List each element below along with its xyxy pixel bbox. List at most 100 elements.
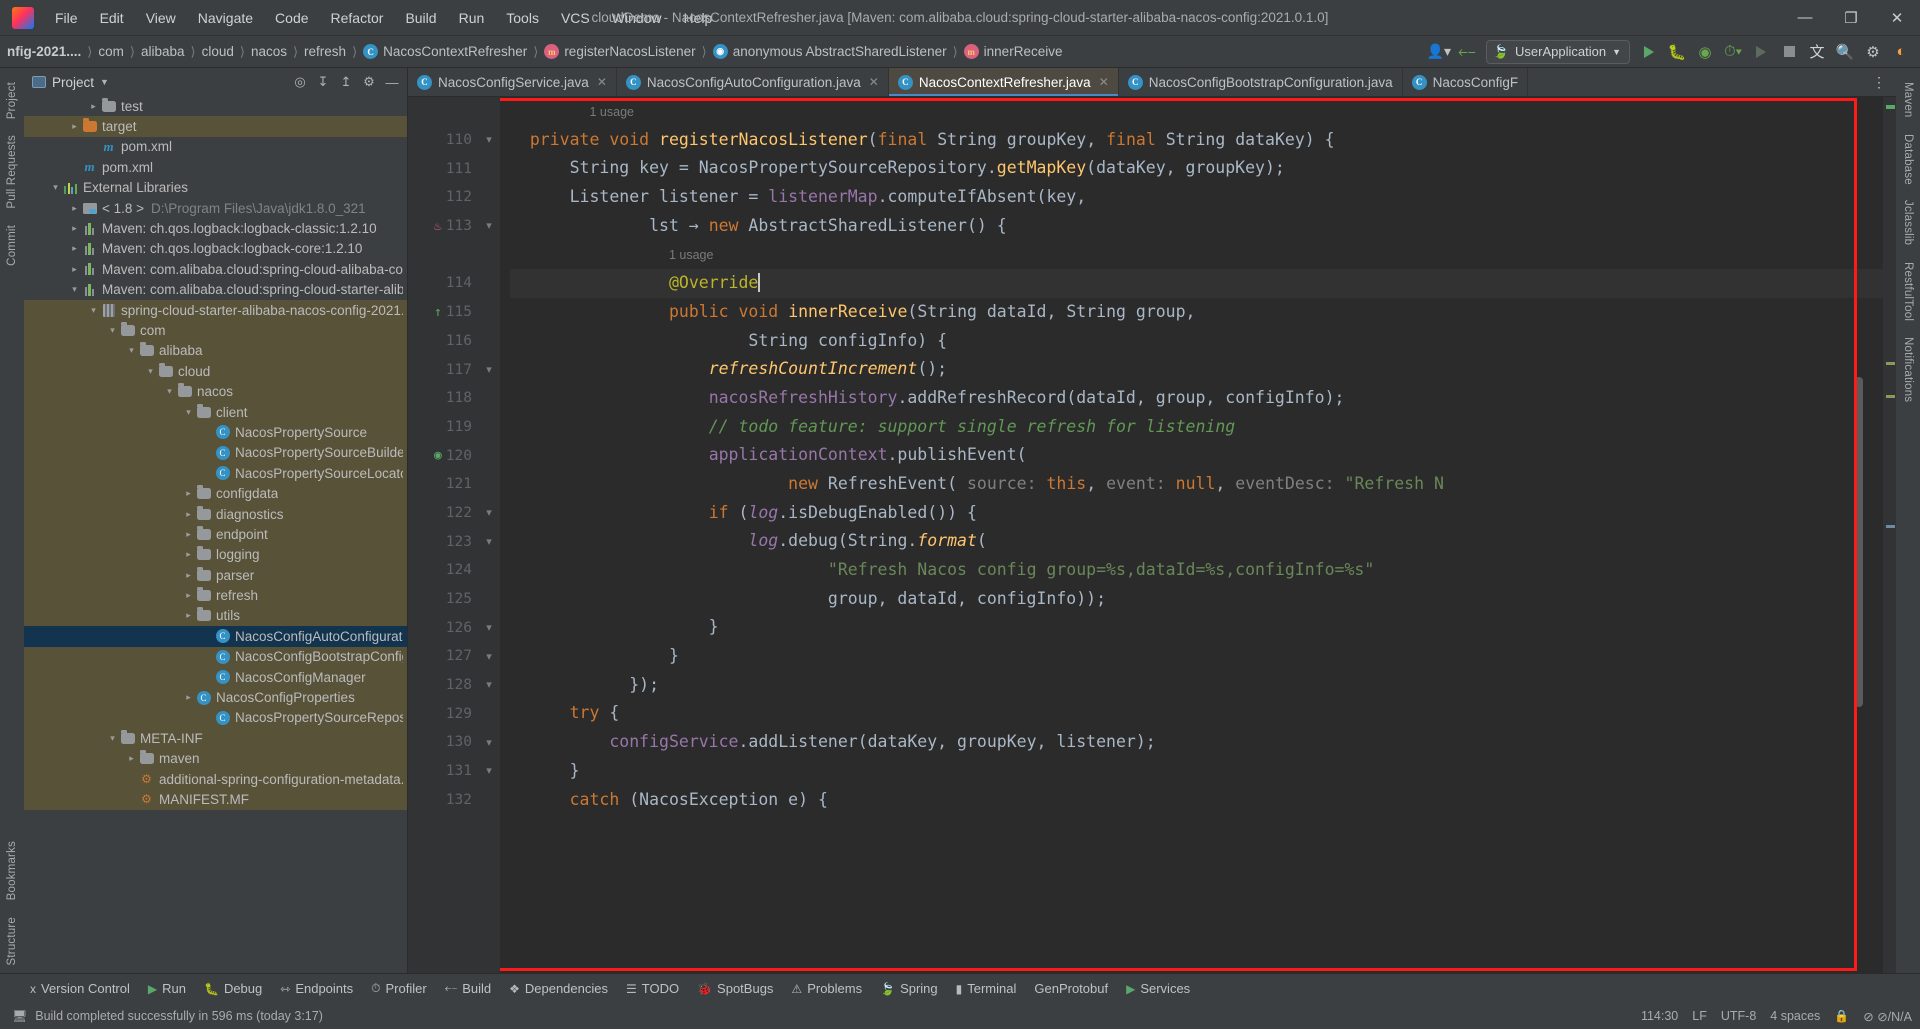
tree-node[interactable]: ▸ utils bbox=[24, 605, 407, 627]
tree-node[interactable]: C NacosConfigBootstrapConfiguration bbox=[24, 646, 407, 667]
fold-cell[interactable] bbox=[478, 556, 500, 585]
fold-cell[interactable] bbox=[478, 240, 500, 269]
line-number[interactable]: 118 bbox=[408, 384, 478, 413]
line-number[interactable]: ◉ 120 bbox=[408, 441, 478, 470]
run-with-coverage-button[interactable]: ◉ bbox=[1692, 39, 1718, 65]
close-tab-icon[interactable]: ✕ bbox=[1099, 75, 1109, 89]
line-separator[interactable]: LF bbox=[1692, 1009, 1707, 1023]
editor-tab[interactable]: C NacosConfigBootstrapConfiguration.java bbox=[1118, 68, 1403, 96]
fold-cell[interactable]: ▾ bbox=[478, 757, 500, 786]
bottom-tool-debug[interactable]: 🐛 Debug bbox=[196, 978, 270, 999]
right-tool-strip[interactable]: Maven Database Jclasslib RestfulTool Not… bbox=[1896, 68, 1920, 973]
tree-node[interactable]: ▸ C NacosConfigProperties bbox=[24, 687, 407, 708]
tree-node[interactable]: m pom.xml bbox=[24, 137, 407, 157]
tool-window-pull-requests[interactable]: Pull Requests bbox=[2, 127, 22, 217]
fold-marker-icon[interactable]: ▾ bbox=[483, 649, 495, 663]
bottom-tool-todo[interactable]: ☰ TODO bbox=[618, 978, 687, 999]
bottom-tool-services[interactable]: ▶ Services bbox=[1118, 978, 1198, 999]
bottom-tool-bar[interactable]: x Version Control ▶ Run 🐛 Debug ⇿ Endpoints ⏱ Pro… bbox=[0, 973, 1920, 1003]
code-line[interactable]: Listener listener = listenerMap.computeI… bbox=[510, 183, 1883, 212]
translate-button[interactable]: 文 bbox=[1804, 39, 1830, 65]
menu-build[interactable]: Build bbox=[394, 6, 447, 30]
chevron-down-icon[interactable]: ▾ bbox=[68, 284, 81, 295]
close-tab-icon[interactable]: ✕ bbox=[597, 75, 607, 89]
code-line[interactable]: } bbox=[510, 613, 1883, 642]
code-line[interactable]: @Override bbox=[510, 269, 1883, 298]
fold-cell[interactable] bbox=[478, 327, 500, 356]
breadcrumb-item-com[interactable]: com bbox=[93, 42, 129, 61]
close-button[interactable]: ✕ bbox=[1874, 0, 1920, 36]
tree-node[interactable]: ⚙ additional-spring-configuration-metadat… bbox=[24, 768, 407, 790]
chevron-right-icon[interactable]: ▸ bbox=[182, 488, 195, 499]
bottom-tool-run[interactable]: ▶ Run bbox=[140, 978, 194, 999]
line-number[interactable]: ↑ 115 bbox=[408, 298, 478, 327]
maximize-button[interactable]: ❐ bbox=[1828, 0, 1874, 36]
menu-help[interactable]: Help bbox=[673, 6, 724, 30]
fold-marker-icon[interactable]: ▾ bbox=[483, 534, 495, 548]
line-number[interactable]: 131 bbox=[408, 757, 478, 786]
tool-window-restfultool[interactable]: RestfulTool bbox=[1898, 254, 1918, 329]
fold-marker-icon[interactable]: ▾ bbox=[483, 219, 495, 233]
tool-window-project[interactable]: Project bbox=[2, 74, 22, 127]
fold-marker-icon[interactable]: ▾ bbox=[483, 362, 495, 376]
code-line[interactable]: catch (NacosException e) { bbox=[510, 786, 1883, 815]
tree-node[interactable]: ⚙ MANIFEST.MF bbox=[24, 789, 407, 810]
profiler-button[interactable]: ⏱▾ bbox=[1720, 39, 1746, 65]
line-number[interactable]: 116 bbox=[408, 327, 478, 356]
chevron-right-icon[interactable]: ▸ bbox=[182, 509, 195, 520]
editor-tab[interactable]: C NacosConfigAutoConfiguration.java ✕ bbox=[616, 68, 889, 96]
menu-bar[interactable]: File Edit View Navigate Code Refactor Bu… bbox=[44, 6, 723, 30]
code-line[interactable]: if (log.isDebugEnabled()) { bbox=[510, 499, 1883, 528]
chevron-down-icon[interactable]: ▾ bbox=[106, 733, 119, 744]
expand-all-icon[interactable]: ↧ bbox=[312, 71, 334, 93]
line-number[interactable]: 126 bbox=[408, 613, 478, 642]
chevron-right-icon[interactable]: ▸ bbox=[182, 590, 195, 601]
code-content[interactable]: 1 usage private void registerNacosListen… bbox=[500, 97, 1883, 814]
tree-node[interactable]: ▾ spring-cloud-starter-alibaba-nacos-conf… bbox=[24, 299, 407, 321]
chevron-right-icon[interactable]: ▸ bbox=[182, 570, 195, 581]
tree-node[interactable]: ▸ Maven: com.alibaba.cloud:spring-cloud-a… bbox=[24, 259, 407, 279]
fold-marker-icon[interactable]: ▾ bbox=[483, 678, 495, 692]
line-number[interactable]: 112 bbox=[408, 183, 478, 212]
settings-gear-icon[interactable]: ⚙ bbox=[1860, 39, 1886, 65]
code-line[interactable]: public void innerReceive(String dataId, … bbox=[510, 298, 1883, 327]
chevron-right-icon[interactable]: ▸ bbox=[182, 610, 195, 621]
tree-node[interactable]: C NacosPropertySourceBuilder bbox=[24, 442, 407, 464]
fold-cell[interactable] bbox=[478, 585, 500, 614]
fold-marker-icon[interactable]: ▾ bbox=[483, 735, 495, 749]
tree-node[interactable]: ▾ alibaba bbox=[24, 340, 407, 362]
fold-cell[interactable]: ▾ bbox=[478, 613, 500, 642]
menu-code[interactable]: Code bbox=[264, 6, 319, 30]
bookmark-icon[interactable]: ◉ bbox=[434, 448, 442, 463]
toolbar-actions[interactable]: 👤▾ ⤌ 🍃 UserApplication ▼ 🐛 ◉ ⏱▾ 文 🔍 ⚙ ◐ bbox=[1426, 39, 1920, 65]
user-account-icon[interactable]: 👤▾ bbox=[1426, 39, 1452, 65]
tree-node[interactable]: C NacosConfigManager bbox=[24, 666, 407, 688]
chevron-right-icon[interactable]: ▸ bbox=[125, 753, 138, 764]
code-line[interactable]: private void registerNacosListener(final… bbox=[510, 126, 1883, 155]
project-panel-actions[interactable]: ◎ ↧ ↥ ⚙ — bbox=[289, 71, 403, 93]
editor-tab[interactable]: C NacosConfigF bbox=[1402, 68, 1529, 96]
ide-features-icon[interactable]: ◐ bbox=[1888, 39, 1914, 65]
bottom-tool-spring[interactable]: 🍃 Spring bbox=[872, 978, 946, 999]
tree-node[interactable]: ▸ parser bbox=[24, 564, 407, 586]
code-line[interactable]: // todo feature: support single refresh … bbox=[510, 413, 1883, 442]
tree-node[interactable]: m pom.xml bbox=[24, 157, 407, 177]
stop-button[interactable] bbox=[1776, 39, 1802, 65]
fold-cell[interactable] bbox=[478, 384, 500, 413]
chevron-right-icon[interactable]: ▸ bbox=[182, 692, 195, 703]
breadcrumb-item-alibaba[interactable]: alibaba bbox=[136, 42, 190, 61]
tree-node[interactable]: ▾ client bbox=[24, 401, 407, 423]
fold-marker-icon[interactable]: ▾ bbox=[483, 506, 495, 520]
chevron-right-icon[interactable]: ▸ bbox=[68, 223, 81, 234]
tree-node[interactable]: ▾ External Libraries bbox=[24, 178, 407, 198]
bottom-tool-version-control[interactable]: x Version Control bbox=[22, 978, 138, 999]
indent-setting[interactable]: 4 spaces bbox=[1770, 1009, 1820, 1023]
code-line[interactable]: "Refresh Nacos config group=%s,dataId=%s… bbox=[510, 556, 1883, 585]
editor-tab[interactable]: C NacosConfigService.java ✕ bbox=[408, 68, 617, 96]
fold-cell[interactable]: ▾ bbox=[478, 126, 500, 155]
error-stripe-marker-panel[interactable] bbox=[1883, 97, 1896, 973]
menu-tools[interactable]: Tools bbox=[495, 6, 550, 30]
bottom-tool-dependencies[interactable]: ❖ Dependencies bbox=[501, 978, 616, 999]
line-number[interactable]: 119 bbox=[408, 413, 478, 442]
code-line[interactable]: String configInfo) { bbox=[510, 327, 1883, 356]
